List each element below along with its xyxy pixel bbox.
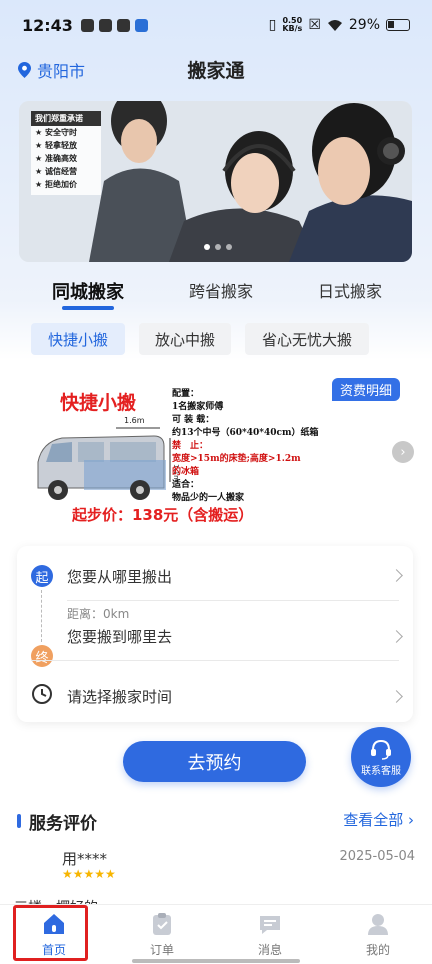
tab-active-indicator bbox=[62, 306, 114, 310]
promise-panel: 我们郑重承诺 ★ 安全守时 ★ 轻拿轻放 ★ 准确高效 ★ 诚信经营 ★ 拒绝加… bbox=[31, 111, 101, 195]
carousel-dot[interactable] bbox=[226, 244, 232, 250]
van-length-label: 1.6m bbox=[124, 416, 145, 425]
review-username: 用**** bbox=[62, 850, 108, 868]
home-indicator bbox=[132, 959, 300, 963]
reviews-title: 服务评价 bbox=[29, 814, 97, 834]
app-icon bbox=[116, 18, 130, 32]
divider bbox=[31, 660, 399, 661]
tab-japanese-move[interactable]: 日式搬家 bbox=[318, 278, 382, 302]
section-accent-bar bbox=[17, 814, 21, 828]
highlight-box bbox=[13, 905, 88, 961]
banner-carousel[interactable]: 我们郑重承诺 ★ 安全守时 ★ 轻拿轻放 ★ 准确高效 ★ 诚信经营 ★ 拒绝加… bbox=[19, 101, 412, 262]
chevron-right-icon bbox=[390, 630, 403, 643]
tiktok-icon bbox=[98, 18, 112, 32]
header: 贵阳市 搬家通 bbox=[0, 52, 432, 88]
notification-icon bbox=[80, 18, 94, 32]
vibrate-icon: ▯ bbox=[268, 17, 277, 33]
promise-item: ★ 诚信经营 bbox=[35, 167, 77, 176]
fee-details-button[interactable]: 资费明细 bbox=[331, 378, 400, 401]
chevron-right-icon bbox=[390, 569, 403, 582]
headset-icon bbox=[371, 739, 391, 760]
carousel-dot[interactable] bbox=[204, 244, 210, 250]
promise-item: ★ 拒绝加价 bbox=[35, 180, 77, 189]
nav-orders[interactable]: 订单 bbox=[108, 905, 216, 964]
subtab-large[interactable]: 省心无忧大搬 bbox=[245, 323, 369, 355]
book-button[interactable]: 去预约 bbox=[123, 741, 306, 782]
route-line bbox=[41, 590, 42, 642]
app-icon bbox=[134, 18, 148, 32]
message-icon bbox=[260, 916, 280, 934]
address-card: 起 终 您要从哪里搬出 距离：0km 您要搬到哪里去 请选择搬家时间 bbox=[17, 546, 413, 722]
clipboard-icon bbox=[153, 913, 171, 935]
subtab-quick-small[interactable]: 快捷小搬 bbox=[31, 323, 125, 355]
nav-messages[interactable]: 消息 bbox=[216, 905, 324, 964]
to-address-input[interactable]: 您要搬到哪里去 bbox=[67, 626, 172, 647]
to-badge: 终 bbox=[31, 645, 53, 667]
divider bbox=[67, 600, 399, 601]
service-spec-list: 配置： 1名搬家师傅 可 装 载： 约13个中号（60*40*40cm）纸箱 禁… bbox=[172, 389, 319, 503]
tab-interprovince-move[interactable]: 跨省搬家 bbox=[189, 278, 253, 302]
customer-service-label: 联系客服 bbox=[361, 765, 401, 777]
wifi-icon bbox=[327, 19, 342, 31]
tab-local-move[interactable]: 同城搬家 bbox=[52, 278, 124, 304]
from-badge: 起 bbox=[31, 565, 53, 587]
user-icon bbox=[368, 914, 388, 935]
van-image: 1.6m 1.1m bbox=[37, 416, 180, 500]
chevron-right-icon bbox=[390, 690, 403, 703]
move-time-input[interactable]: 请选择搬家时间 bbox=[67, 686, 172, 707]
customer-service-button[interactable]: 联系客服 bbox=[351, 727, 411, 787]
distance-label: 距离：0km bbox=[67, 607, 130, 621]
battery-icon bbox=[386, 19, 410, 31]
review-date: 2025-05-04 bbox=[339, 849, 415, 864]
no-sim-icon: ☒ bbox=[308, 17, 321, 33]
promise-item: ★ 轻拿轻放 bbox=[35, 141, 77, 150]
battery-percent: 29% bbox=[348, 17, 380, 33]
carousel-dots bbox=[204, 244, 232, 250]
next-arrow-button[interactable]: › bbox=[392, 441, 414, 463]
nav-profile[interactable]: 我的 bbox=[324, 905, 432, 964]
subtab-medium[interactable]: 放心中搬 bbox=[139, 323, 231, 355]
status-bar: 12:43 ▯ 0.50 KB/s ☒ 29% bbox=[0, 0, 432, 50]
service-detail-card: 资费明细 快捷小搬 1.6m 1.1m 配置： 1名搬家师傅 可 装 载： 约1… bbox=[16, 370, 412, 530]
view-all-reviews-link[interactable]: 查看全部 › bbox=[343, 809, 414, 830]
promise-item: ★ 准确高效 bbox=[35, 154, 77, 163]
promise-title: 我们郑重承诺 bbox=[31, 111, 101, 126]
promise-item: ★ 安全守时 bbox=[35, 128, 77, 137]
move-type-tabs: 同城搬家 跨省搬家 日式搬家 bbox=[0, 272, 432, 312]
network-speed: 0.50 KB/s bbox=[282, 16, 303, 33]
status-time: 12:43 bbox=[22, 15, 73, 35]
starting-price: 起步价：138元（含搬运） bbox=[72, 506, 254, 524]
from-address-input[interactable]: 您要从哪里搬出 bbox=[67, 566, 172, 587]
page-title: 搬家通 bbox=[187, 60, 245, 82]
carousel-dot[interactable] bbox=[215, 244, 221, 250]
review-rating-stars: ★★★★★ bbox=[62, 867, 116, 881]
clock-icon bbox=[32, 684, 52, 704]
